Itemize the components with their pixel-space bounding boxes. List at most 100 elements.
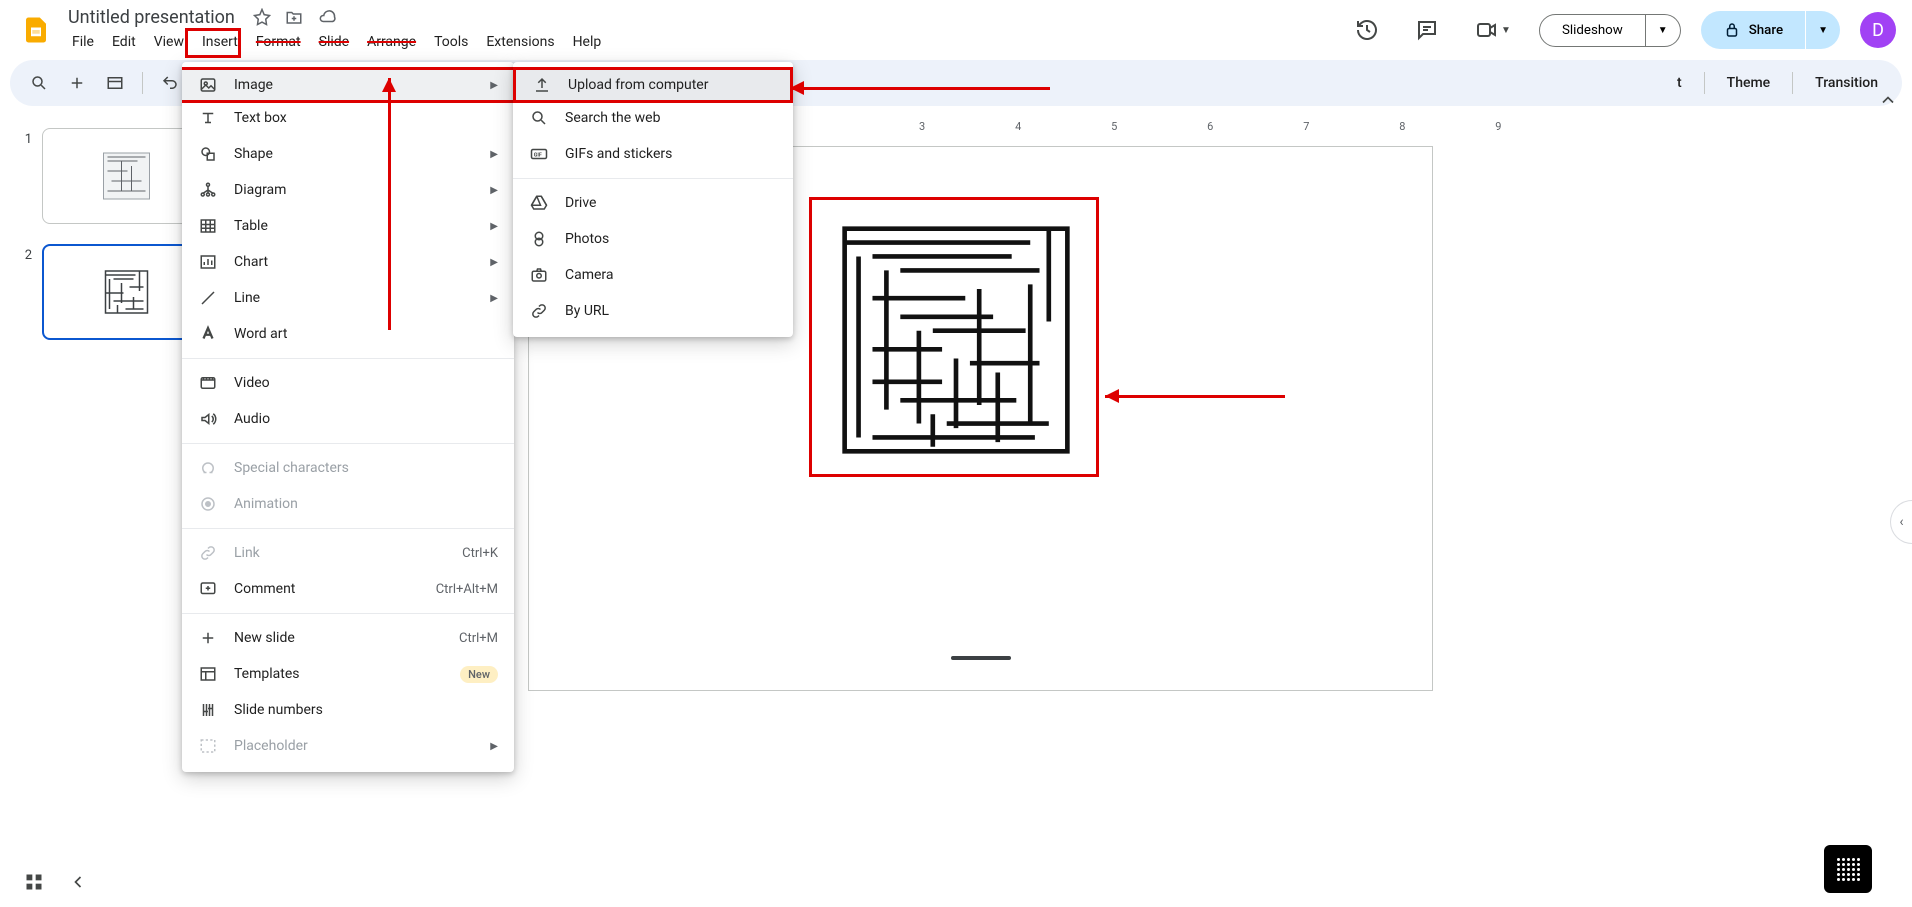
slideshow-button[interactable]: Slideshow <box>1539 14 1646 47</box>
comments-icon[interactable] <box>1407 10 1447 50</box>
drive-icon <box>529 194 549 212</box>
slidenum-icon <box>198 701 218 719</box>
menu-format[interactable]: Format <box>248 30 309 54</box>
link-icon <box>198 544 218 562</box>
menu-label: Shape <box>234 146 474 162</box>
extension-widget[interactable] <box>1824 845 1872 893</box>
menu-item-link: Link Ctrl+K <box>182 535 514 571</box>
avatar[interactable]: D <box>1860 12 1896 48</box>
background-button[interactable]: t <box>1667 75 1692 91</box>
menu-label: Placeholder <box>234 738 474 754</box>
menu-label: Audio <box>234 411 498 427</box>
submenu-item-gifs-and-stickers[interactable]: GIF GIFs and stickers <box>513 136 793 172</box>
menu-item-video[interactable]: Video <box>182 365 514 401</box>
submenu-arrow-icon: ▶ <box>490 185 498 196</box>
document-title[interactable]: Untitled presentation <box>68 7 235 28</box>
submenu-item-photos[interactable]: Photos <box>513 221 793 257</box>
chart-icon <box>198 253 218 271</box>
menu-separator <box>182 528 514 529</box>
slide-number: 1 <box>20 128 32 147</box>
menu-help[interactable]: Help <box>565 30 610 54</box>
menu-extensions[interactable]: Extensions <box>478 30 562 54</box>
move-icon[interactable] <box>285 8 303 26</box>
star-icon[interactable] <box>253 8 271 26</box>
collapse-panel-icon[interactable] <box>68 872 88 892</box>
menu-label: Table <box>234 218 474 234</box>
layout-icon[interactable] <box>100 68 130 98</box>
menu-item-table[interactable]: Table ▶ <box>182 208 514 244</box>
video-icon <box>198 374 218 392</box>
menu-item-diagram[interactable]: Diagram ▶ <box>182 172 514 208</box>
menu-file[interactable]: File <box>64 30 102 54</box>
photos-icon <box>529 230 549 248</box>
menu-label: Animation <box>234 496 498 512</box>
submenu-item-search-the-web[interactable]: Search the web <box>513 100 793 136</box>
menu-separator <box>182 443 514 444</box>
menu-edit[interactable]: Edit <box>104 30 144 54</box>
diagram-icon <box>198 181 218 199</box>
undo-icon[interactable] <box>155 68 185 98</box>
annotation-arrow <box>388 78 391 330</box>
gif-icon: GIF <box>529 145 549 163</box>
submenu-arrow-icon: ▶ <box>490 257 498 268</box>
special-icon <box>198 459 218 477</box>
menu-label: Diagram <box>234 182 474 198</box>
image-icon <box>198 76 218 94</box>
audio-icon <box>198 410 218 428</box>
menu-item-comment[interactable]: Comment Ctrl+Alt+M <box>182 571 514 607</box>
menu-label: Comment <box>234 581 420 597</box>
submenu-item-upload-from-computer[interactable]: Upload from computer <box>513 67 793 103</box>
menu-item-templates[interactable]: Templates New <box>182 656 514 692</box>
menu-label: Image <box>234 77 474 93</box>
menu-item-shape[interactable]: Shape ▶ <box>182 136 514 172</box>
menu-label: Templates <box>234 666 444 682</box>
menu-label: Video <box>234 375 498 391</box>
slides-logo[interactable] <box>16 10 56 50</box>
annotation-box-insert <box>185 28 241 58</box>
new-slide-icon[interactable] <box>62 68 92 98</box>
maze-image[interactable] <box>836 224 1076 456</box>
menu-label: Chart <box>234 254 474 270</box>
theme-button[interactable]: Theme <box>1717 75 1781 91</box>
menu-label: Search the web <box>565 110 777 126</box>
search-icon[interactable] <box>24 68 54 98</box>
meet-icon[interactable]: ▼ <box>1467 10 1519 50</box>
menu-item-audio[interactable]: Audio <box>182 401 514 437</box>
menu-slide[interactable]: Slide <box>311 30 357 54</box>
grid-view-icon[interactable] <box>24 872 44 892</box>
cloud-status-icon[interactable] <box>317 8 337 26</box>
annotation-box-image <box>809 197 1099 477</box>
menu-item-image[interactable]: Image ▶ <box>182 67 514 103</box>
shortcut: Ctrl+Alt+M <box>436 582 498 597</box>
menu-label: Camera <box>565 267 777 283</box>
share-button[interactable]: Share <box>1701 11 1805 49</box>
menu-arrange[interactable]: Arrange <box>359 30 424 54</box>
templates-icon <box>198 665 218 683</box>
menu-item-slide-numbers[interactable]: Slide numbers <box>182 692 514 728</box>
menu-tools[interactable]: Tools <box>426 30 476 54</box>
slideshow-dropdown[interactable]: ▼ <box>1646 14 1681 47</box>
speaker-notes-handle[interactable] <box>951 656 1011 660</box>
submenu-item-drive[interactable]: Drive <box>513 185 793 221</box>
upload-icon <box>532 76 552 94</box>
submenu-item-camera[interactable]: Camera <box>513 257 793 293</box>
annotation-arrow <box>790 87 1050 90</box>
menu-label: Link <box>234 545 446 561</box>
share-dropdown[interactable]: ▼ <box>1806 11 1840 49</box>
submenu-item-by-url[interactable]: By URL <box>513 293 793 329</box>
menu-item-animation: Animation <box>182 486 514 522</box>
menu-separator <box>182 613 514 614</box>
divider <box>142 72 143 94</box>
history-icon[interactable] <box>1347 10 1387 50</box>
menu-item-word-art[interactable]: Word art <box>182 316 514 352</box>
menu-label: Upload from computer <box>568 77 774 93</box>
url-icon <box>529 302 549 320</box>
newslide-icon <box>198 629 218 647</box>
menu-item-text-box[interactable]: Text box <box>182 100 514 136</box>
menu-item-chart[interactable]: Chart ▶ <box>182 244 514 280</box>
menu-item-line[interactable]: Line ▶ <box>182 280 514 316</box>
menu-label: GIFs and stickers <box>565 146 777 162</box>
new-badge: New <box>460 666 498 683</box>
menu-label: Word art <box>234 326 498 342</box>
menu-item-new-slide[interactable]: New slide Ctrl+M <box>182 620 514 656</box>
